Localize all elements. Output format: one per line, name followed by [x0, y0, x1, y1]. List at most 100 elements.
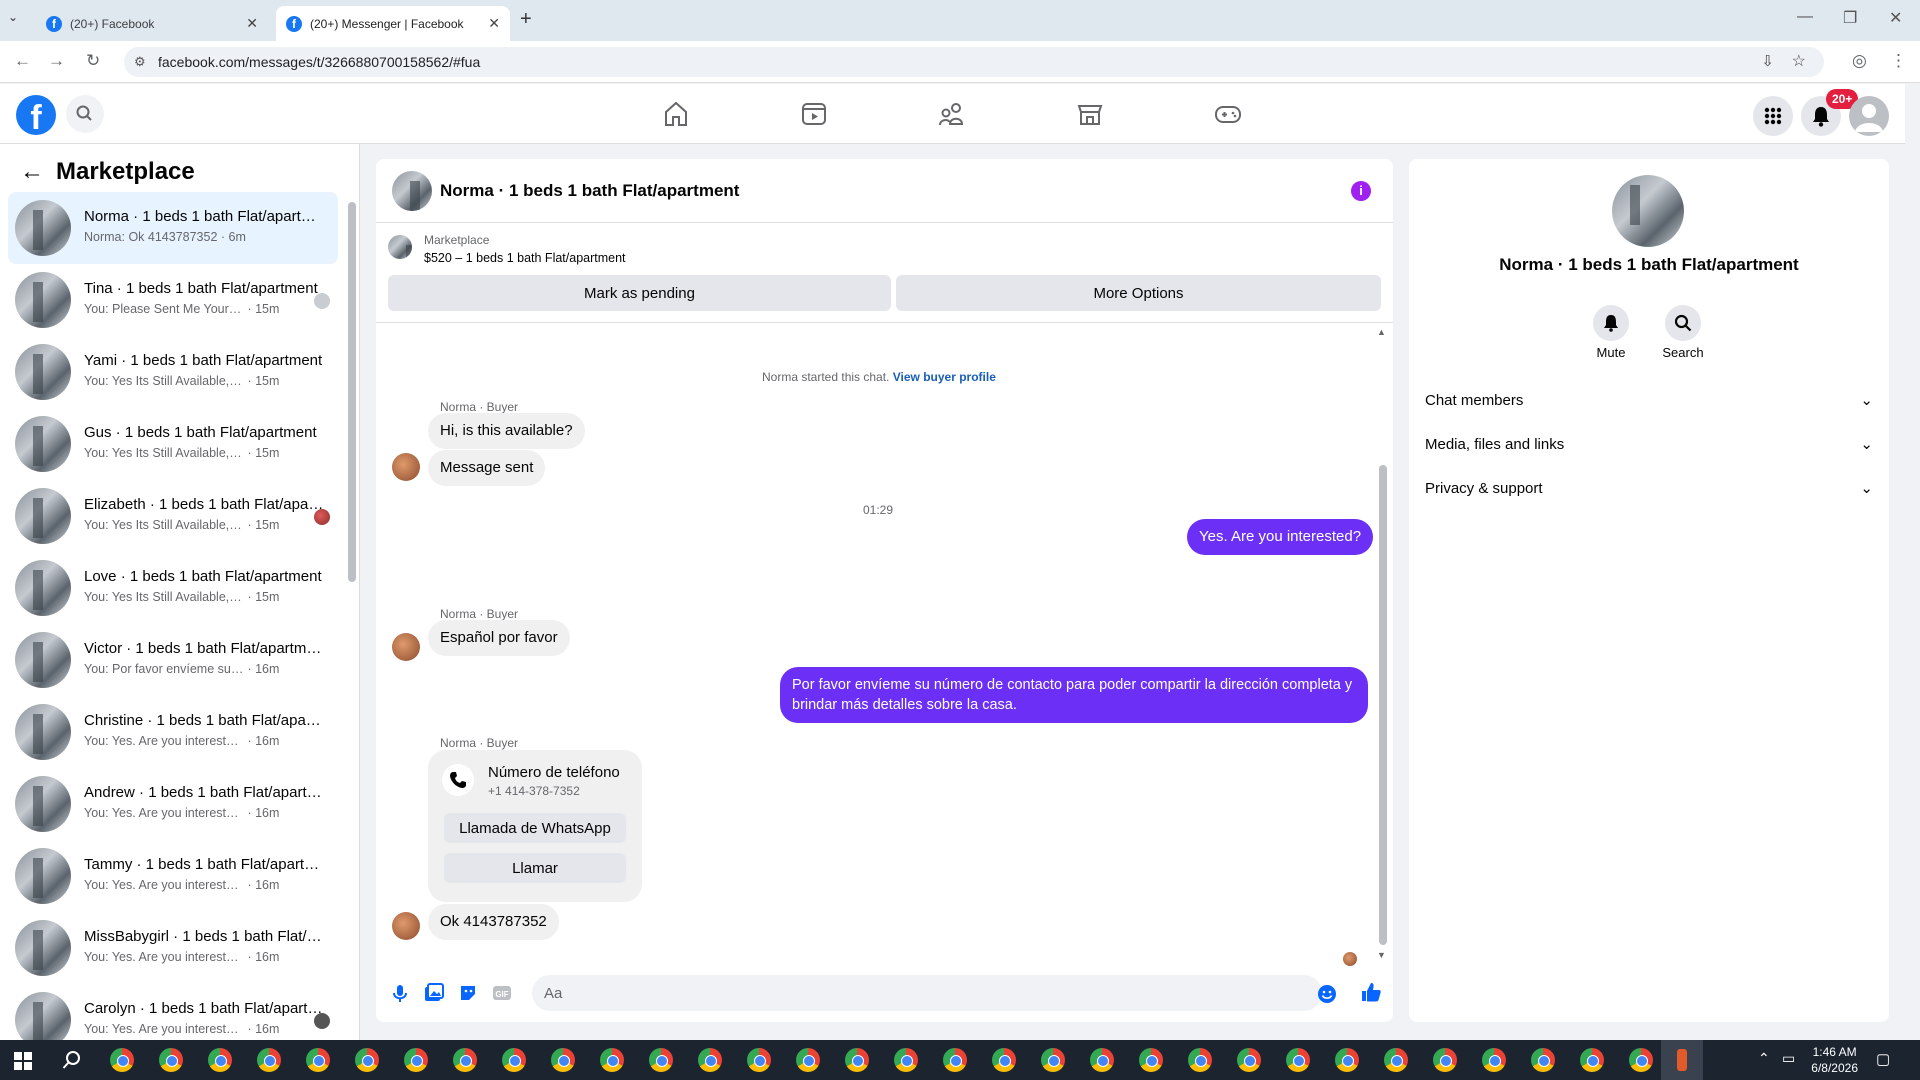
listing-avatar[interactable]	[392, 171, 432, 211]
tab-close-icon[interactable]: ✕	[488, 15, 500, 32]
chrome-window-icon[interactable]	[110, 1048, 134, 1072]
taskbar-search-icon[interactable]	[62, 1050, 82, 1070]
chat-scrollbar[interactable]	[1379, 465, 1387, 945]
chrome-window-icon[interactable]	[1237, 1048, 1261, 1072]
taskbar-active-app[interactable]	[1661, 1040, 1703, 1080]
conversation-item[interactable]: Gus · 1 beds 1 bath Flat/apartment You: Y…	[8, 408, 338, 480]
conversation-item[interactable]: Norma · 1 beds 1 bath Flat/apartment Norm…	[8, 192, 338, 264]
network-icon[interactable]: ▭	[1782, 1050, 1795, 1067]
list-scrollbar[interactable]	[348, 202, 356, 582]
incoming-message[interactable]: Message sent	[428, 450, 546, 486]
emoji-icon[interactable]	[1317, 984, 1337, 1004]
back-icon[interactable]: ←	[14, 51, 31, 71]
listing-price[interactable]: $520 – 1 beds 1 bath Flat/apartment	[424, 251, 626, 265]
call-button[interactable]: Llamar	[444, 853, 626, 883]
incoming-message[interactable]: Español por favor	[428, 620, 570, 656]
scroll-up-icon[interactable]: ▲	[1377, 327, 1386, 337]
sender-avatar[interactable]	[392, 453, 420, 481]
whatsapp-call-button[interactable]: Llamada de WhatsApp	[444, 813, 626, 843]
taskbar-clock[interactable]: 1:46 AM 6/8/2026	[1811, 1044, 1858, 1076]
notification-center-icon[interactable]: ▢	[1876, 1050, 1890, 1068]
mark-pending-button[interactable]: Mark as pending	[388, 275, 891, 311]
chrome-window-icon[interactable]	[1629, 1048, 1653, 1072]
chrome-window-icon[interactable]	[208, 1048, 232, 1072]
chrome-window-icon[interactable]	[698, 1048, 722, 1072]
chrome-window-icon[interactable]	[796, 1048, 820, 1072]
chrome-window-icon[interactable]	[992, 1048, 1016, 1072]
reload-icon[interactable]: ↻	[86, 51, 100, 71]
back-arrow-icon[interactable]: ←	[20, 158, 44, 186]
chrome-window-icon[interactable]	[159, 1048, 183, 1072]
install-app-icon[interactable]: ⇩	[1761, 52, 1774, 70]
address-bar[interactable]: ⚙ facebook.com/messages/t/32668807001585…	[124, 47, 1824, 77]
browser-menu-icon[interactable]: ⋮	[1890, 51, 1907, 71]
site-info-icon[interactable]: ⚙	[134, 54, 146, 70]
photo-icon[interactable]	[424, 983, 444, 1003]
conversation-item[interactable]: Love · 1 beds 1 bath Flat/apartment You: …	[8, 552, 338, 624]
conversation-item[interactable]: Elizabeth · 1 beds 1 bath Flat/apartment…	[8, 480, 338, 552]
sender-avatar[interactable]	[392, 633, 420, 661]
home-icon[interactable]	[660, 98, 692, 130]
conversation-item[interactable]: Victor · 1 beds 1 bath Flat/apartment You…	[8, 624, 338, 696]
conversation-item[interactable]: Tammy · 1 beds 1 bath Flat/apartment You:…	[8, 840, 338, 912]
chrome-window-icon[interactable]	[747, 1048, 771, 1072]
incoming-message[interactable]: Ok 4143787352	[428, 904, 559, 940]
gif-icon[interactable]: GIF	[492, 983, 512, 1003]
view-buyer-profile-link[interactable]: View buyer profile	[893, 370, 996, 384]
chrome-window-icon[interactable]	[1335, 1048, 1359, 1072]
chrome-window-icon[interactable]	[845, 1048, 869, 1072]
profile-icon[interactable]: ◎	[1852, 51, 1867, 71]
chrome-window-icon[interactable]	[1580, 1048, 1604, 1072]
tab-close-icon[interactable]: ✕	[246, 15, 258, 32]
conversation-item[interactable]: MissBabygirl · 1 beds 1 bath Flat/apartm…	[8, 912, 338, 984]
bookmark-star-icon[interactable]: ☆	[1792, 51, 1806, 71]
chrome-window-icon[interactable]	[1384, 1048, 1408, 1072]
chrome-window-icon[interactable]	[306, 1048, 330, 1072]
sticker-icon[interactable]	[458, 983, 478, 1003]
chrome-window-icon[interactable]	[1482, 1048, 1506, 1072]
restore-icon[interactable]: ❐	[1843, 8, 1857, 28]
microphone-icon[interactable]	[390, 983, 410, 1003]
conversation-item[interactable]: Christine · 1 beds 1 bath Flat/apartment…	[8, 696, 338, 768]
conversation-item[interactable]: Tina · 1 beds 1 bath Flat/apartment You: …	[8, 264, 338, 336]
scroll-down-icon[interactable]: ▼	[1377, 950, 1386, 960]
conversation-item[interactable]: Yami · 1 beds 1 bath Flat/apartment You: …	[8, 336, 338, 408]
thumbs-up-icon[interactable]	[1360, 981, 1382, 1003]
chat-title[interactable]: Norma · 1 beds 1 bath Flat/apartment	[440, 181, 739, 201]
chrome-window-icon[interactable]	[1041, 1048, 1065, 1072]
outgoing-message[interactable]: Yes. Are you interested?	[1187, 519, 1374, 555]
sender-avatar[interactable]	[392, 912, 420, 940]
tray-chevron-icon[interactable]: ⌃	[1758, 1050, 1770, 1067]
facebook-logo-icon[interactable]: f	[16, 95, 56, 137]
windows-start-icon[interactable]	[14, 1052, 32, 1070]
chrome-window-icon[interactable]	[551, 1048, 575, 1072]
video-icon[interactable]	[798, 98, 830, 130]
search-button[interactable]	[66, 95, 104, 133]
chrome-window-icon[interactable]	[894, 1048, 918, 1072]
window-close-icon[interactable]: ✕	[1889, 8, 1902, 28]
new-tab-button[interactable]: +	[520, 8, 532, 31]
search-conversation-button[interactable]	[1665, 305, 1701, 341]
info-icon[interactable]: i	[1351, 181, 1371, 201]
listing-large-avatar[interactable]	[1612, 175, 1684, 247]
chrome-window-icon[interactable]	[1433, 1048, 1457, 1072]
chrome-window-icon[interactable]	[1286, 1048, 1310, 1072]
forward-icon[interactable]: →	[48, 51, 65, 71]
chrome-window-icon[interactable]	[502, 1048, 526, 1072]
chrome-window-icon[interactable]	[453, 1048, 477, 1072]
marketplace-icon[interactable]	[1074, 98, 1106, 130]
tab-search-icon[interactable]: ⌄	[8, 10, 18, 24]
conversation-item[interactable]: Carolyn · 1 beds 1 bath Flat/apartment Yo…	[8, 984, 338, 1040]
outgoing-message[interactable]: Por favor envíeme su número de contacto …	[780, 667, 1368, 723]
media-files-links-section[interactable]: Media, files and links ⌄	[1425, 426, 1873, 462]
chrome-window-icon[interactable]	[1531, 1048, 1555, 1072]
menu-button[interactable]	[1753, 96, 1793, 136]
chrome-window-icon[interactable]	[1090, 1048, 1114, 1072]
chrome-window-icon[interactable]	[355, 1048, 379, 1072]
more-options-button[interactable]: More Options	[896, 275, 1381, 311]
chrome-window-icon[interactable]	[1139, 1048, 1163, 1072]
incoming-message[interactable]: Hi, is this available?	[428, 413, 585, 449]
listing-thumbnail[interactable]	[388, 235, 412, 259]
chrome-window-icon[interactable]	[649, 1048, 673, 1072]
privacy-support-section[interactable]: Privacy & support ⌄	[1425, 470, 1873, 506]
